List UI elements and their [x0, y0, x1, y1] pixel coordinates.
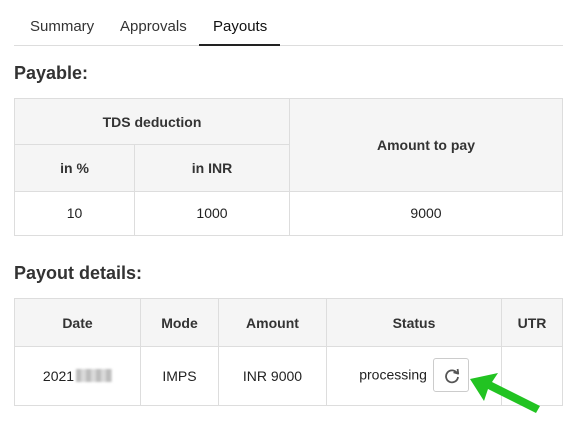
tab-approvals[interactable]: Approvals [120, 18, 187, 35]
arrow-icon [470, 373, 540, 413]
redacted-date [76, 369, 113, 383]
amount-to-pay-header: Amount to pay [289, 98, 563, 192]
tds-deduction-header: TDS deduction [14, 97, 290, 146]
payable-heading: Payable: [14, 63, 89, 83]
status-value: processing [359, 366, 427, 383]
date-cell: 2021 [14, 346, 141, 406]
tab-payouts[interactable]: Payouts [213, 18, 267, 35]
amount-to-pay-value: 9000 [289, 190, 563, 237]
tds-inr-header: in INR [134, 144, 290, 192]
utr-header: UTR [501, 297, 563, 348]
tds-percent-header: in % [14, 144, 135, 192]
amount-value: INR 9000 [218, 346, 327, 406]
date-header: Date [14, 297, 141, 348]
amount-header: Amount [218, 297, 327, 348]
tab-bar: Summary Approvals Payouts [14, 0, 563, 46]
tds-percent-value: 10 [14, 190, 135, 237]
date-value: 2021 [42, 368, 75, 385]
refresh-icon [444, 369, 459, 384]
tds-inr-value: 1000 [134, 190, 290, 237]
status-header: Status [326, 297, 502, 348]
mode-header: Mode [140, 297, 219, 348]
payable-table: TDS deduction Amount to pay in % in INR … [14, 97, 563, 237]
mode-value: IMPS [140, 346, 219, 406]
tab-summary[interactable]: Summary [30, 18, 94, 35]
refresh-button[interactable] [432, 358, 469, 393]
table-row: 10 1000 9000 [14, 190, 563, 237]
payout-details-heading: Payout details: [14, 263, 143, 283]
active-tab-indicator [199, 44, 280, 46]
